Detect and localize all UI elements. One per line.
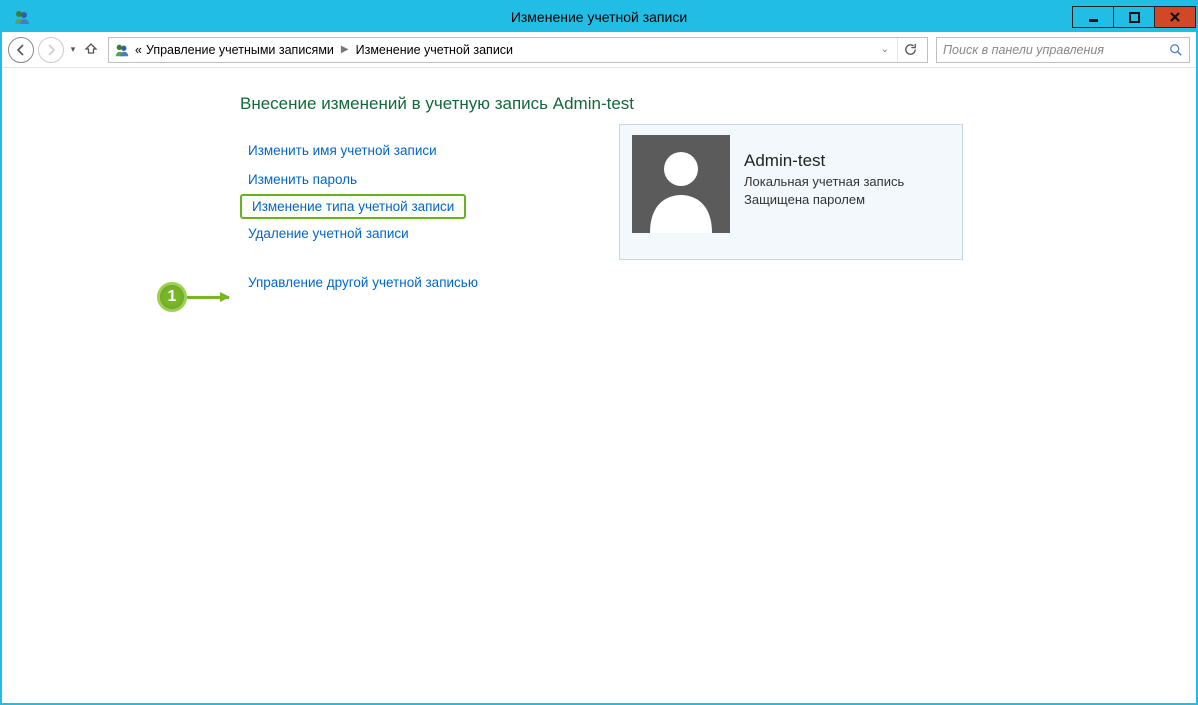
avatar [632, 135, 730, 233]
app-icon [8, 3, 36, 31]
search-box[interactable] [936, 37, 1190, 63]
link-change-account-type[interactable]: Изменение типа учетной записи [240, 194, 466, 219]
window-title: Изменение учетной записи [2, 9, 1196, 25]
search-icon[interactable] [1169, 43, 1183, 57]
link-change-password[interactable]: Изменить пароль [240, 165, 365, 194]
breadcrumb-separator-icon: ▶ [338, 44, 352, 55]
titlebar: Изменение учетной записи [2, 2, 1196, 32]
up-button[interactable] [82, 41, 100, 58]
minimize-button[interactable] [1072, 6, 1114, 28]
close-button[interactable] [1154, 6, 1196, 28]
address-dropdown[interactable]: ⌄ [875, 44, 895, 55]
history-dropdown[interactable]: ▾ [68, 44, 78, 55]
address-bar[interactable]: « Управление учетными записями ▶ Изменен… [108, 37, 928, 63]
window-controls [1073, 6, 1196, 28]
page-heading: Внесение изменений в учетную запись Admi… [240, 94, 1196, 114]
refresh-button[interactable] [897, 38, 923, 62]
search-input[interactable] [943, 43, 1169, 57]
breadcrumb-prefix: « [135, 43, 142, 57]
back-button[interactable] [8, 37, 34, 63]
user-accounts-icon [113, 41, 131, 59]
account-protection: Защищена паролем [744, 191, 904, 209]
account-name: Admin-test [744, 151, 904, 171]
annotation-arrow-icon [187, 296, 229, 299]
link-manage-other-account[interactable]: Управление другой учетной записью [240, 268, 486, 297]
window: Изменение учетной записи ▾ [0, 0, 1198, 705]
breadcrumb-item-accounts[interactable]: Управление учетными записями [146, 43, 334, 57]
maximize-button[interactable] [1113, 6, 1155, 28]
account-card: Admin-test Локальная учетная запись Защи… [619, 124, 963, 260]
link-rename-account[interactable]: Изменить имя учетной записи [240, 136, 445, 165]
annotation-badge: 1 [157, 282, 187, 312]
account-info: Admin-test Локальная учетная запись Защи… [744, 135, 904, 208]
account-type: Локальная учетная запись [744, 173, 904, 191]
breadcrumb-item-change[interactable]: Изменение учетной записи [356, 43, 513, 57]
content-area: Внесение изменений в учетную запись Admi… [2, 68, 1196, 703]
navigation-toolbar: ▾ « Управление учетными записями ▶ Измен… [2, 32, 1196, 68]
link-delete-account[interactable]: Удаление учетной записи [240, 219, 417, 248]
forward-button[interactable] [38, 37, 64, 63]
annotation-step-1: 1 [157, 282, 229, 312]
